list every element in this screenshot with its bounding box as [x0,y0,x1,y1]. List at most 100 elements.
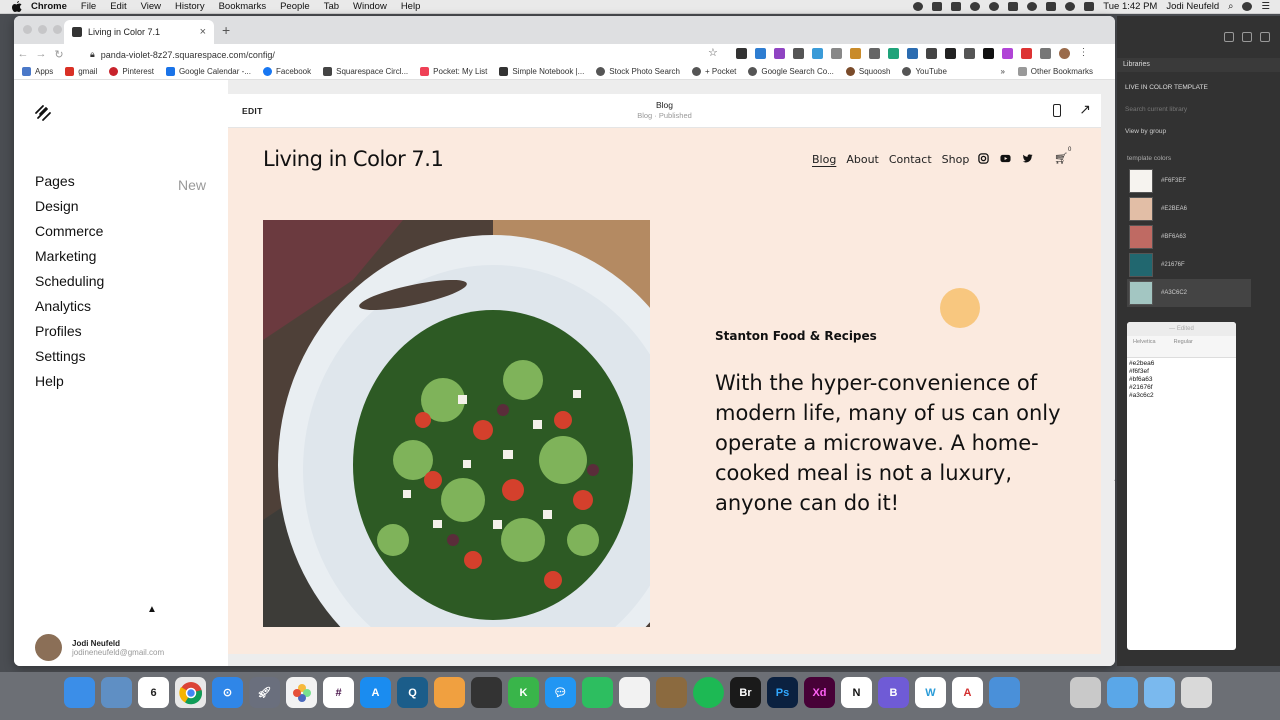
bookmark-squarespace-circle[interactable]: Squarespace Circl... [323,67,408,76]
acrobat-icon[interactable]: A [952,677,983,708]
bbedit-icon[interactable]: B [878,677,909,708]
slack-icon[interactable]: # [323,677,354,708]
menu-dots-icon[interactable]: ⋮ [1078,48,1089,59]
wifi-icon[interactable] [1065,2,1076,11]
bookmark-google-search-console[interactable]: Google Search Co... [748,67,834,76]
bookmark-star-icon[interactable]: ☆ [708,46,718,59]
b-extension-icon[interactable] [983,48,994,59]
notion-icon[interactable]: N [841,677,872,708]
clock[interactable]: Tue 1:42 PM [1103,1,1157,12]
bookmark-youtube[interactable]: YouTube [902,67,947,76]
color-swatch[interactable]: #21676F [1127,251,1251,279]
keynote-icon[interactable]: K [508,677,539,708]
vpn-icon[interactable] [970,2,981,11]
account-profile[interactable]: Jodi Neufeld jodineneufeld@gmail.com [35,634,164,661]
post-category[interactable]: Stanton Food & Recipes [715,329,877,343]
pocket-icon[interactable] [926,48,937,59]
view-by-dropdown[interactable]: View by group [1125,128,1166,135]
group-title[interactable]: template colors [1127,155,1171,162]
color-swatch[interactable]: #E2BEA6 [1127,195,1251,223]
messages-icon[interactable]: 💬︎ [545,677,576,708]
screenshot-icon[interactable] [812,48,823,59]
site-nav-about[interactable]: About [846,153,879,166]
pages-icon[interactable] [434,677,465,708]
menu-chrome[interactable]: Chrome [31,1,67,12]
search-icon[interactable] [1224,32,1234,42]
library-search-input[interactable]: Search current library [1125,106,1187,113]
creative-cloud-icon[interactable] [913,2,924,11]
textedit-title[interactable]: — Edited [1127,322,1236,336]
menu-window[interactable]: Window [353,1,387,12]
mobile-preview-icon[interactable] [1053,104,1061,117]
l-extension-icon[interactable] [945,48,956,59]
menu-view[interactable]: View [141,1,161,12]
menu-bookmarks[interactable]: Bookmarks [219,1,267,12]
profile-avatar-icon[interactable] [1059,48,1070,59]
photos-icon[interactable] [286,677,317,708]
library-name[interactable]: LIVE IN COLOR TEMPLATE [1125,84,1208,91]
textedit-icon[interactable] [619,677,650,708]
safari-icon[interactable]: ⊙ [212,677,243,708]
download-icon[interactable] [907,48,918,59]
forward-icon[interactable]: → [32,48,50,60]
menubar-user[interactable]: Jodi Neufeld [1166,1,1219,12]
window-resizer-icon[interactable] [793,48,804,59]
site-nav-shop[interactable]: Shop [942,153,970,166]
launchpad-icon[interactable]: 🚀︎ [249,677,280,708]
sidebar-item-marketing[interactable]: Marketing [35,244,104,269]
adobe-extension-icon[interactable] [1021,48,1032,59]
siri-icon[interactable] [1242,2,1253,11]
squarespace-logo-icon[interactable] [34,104,52,122]
twitter-icon[interactable] [1022,153,1033,164]
menu-tab[interactable]: Tab [324,1,339,12]
quicktime-icon[interactable]: Q [397,677,428,708]
info-extension-icon[interactable] [964,48,975,59]
reload-icon[interactable]: ↻ [50,48,68,61]
back-icon[interactable]: ← [14,48,32,60]
documents-folder-icon[interactable] [1144,677,1175,708]
maximize-window-button[interactable] [53,25,62,34]
share-icon[interactable] [1260,32,1270,42]
sidebar-item-analytics[interactable]: Analytics [35,294,104,319]
bookmark-plus-pocket[interactable]: + Pocket [692,67,736,76]
collapse-panel-icon[interactable]: ‹ [1114,471,1115,487]
time-machine-icon[interactable] [1027,2,1038,11]
printer-icon[interactable] [471,677,502,708]
preview-icon[interactable] [101,677,132,708]
bookmark-pinterest[interactable]: Pinterest [109,67,154,76]
adobe-xd-icon[interactable]: Xd [804,677,835,708]
grammarly-icon[interactable] [888,48,899,59]
sidebar-item-pages[interactable]: Pages [35,169,104,194]
eyedropper-icon[interactable] [869,48,880,59]
app-store-icon[interactable]: A [360,677,391,708]
style-dropdown[interactable]: Regular [1174,339,1193,354]
address-bar[interactable]: 🔒︎ panda-violet-8z27.squarespace.com/con… [84,46,724,63]
site-nav-blog[interactable]: Blog [812,153,836,166]
webflow-icon[interactable]: W [915,677,946,708]
site-nav-contact[interactable]: Contact [889,153,932,166]
open-external-icon[interactable]: ↗ [1079,101,1091,118]
camera-icon[interactable] [831,48,842,59]
sidebar-item-scheduling[interactable]: Scheduling [35,269,104,294]
battery-icon[interactable] [1084,2,1095,11]
data-extension-icon[interactable] [755,48,766,59]
menu-file[interactable]: File [81,1,96,12]
bookmark-gmail[interactable]: gmail [65,67,97,76]
color-picker-icon[interactable] [774,48,785,59]
bookmark-facebook[interactable]: Facebook [262,67,311,76]
sidebar-item-help[interactable]: Help [35,369,104,394]
instagram-icon[interactable] [978,153,989,164]
color-swatch[interactable]: #F6F3EF [1127,167,1251,195]
minimize-window-button[interactable] [38,25,47,34]
bookmark-stock-photo[interactable]: Stock Photo Search [596,67,680,76]
bookmark-pocket[interactable]: Pocket: My List [420,67,487,76]
sidebar-item-settings[interactable]: Settings [35,344,104,369]
evernote-icon[interactable] [582,677,613,708]
close-tab-icon[interactable]: × [200,26,206,38]
close-window-button[interactable] [23,25,32,34]
menu-history[interactable]: History [175,1,205,12]
browser-tab[interactable]: Living in Color 7.1 × [64,20,214,44]
font-dropdown[interactable]: Helvetica [1133,339,1156,354]
apple-icon[interactable] [11,1,23,13]
keynote-alt-icon[interactable] [989,677,1020,708]
